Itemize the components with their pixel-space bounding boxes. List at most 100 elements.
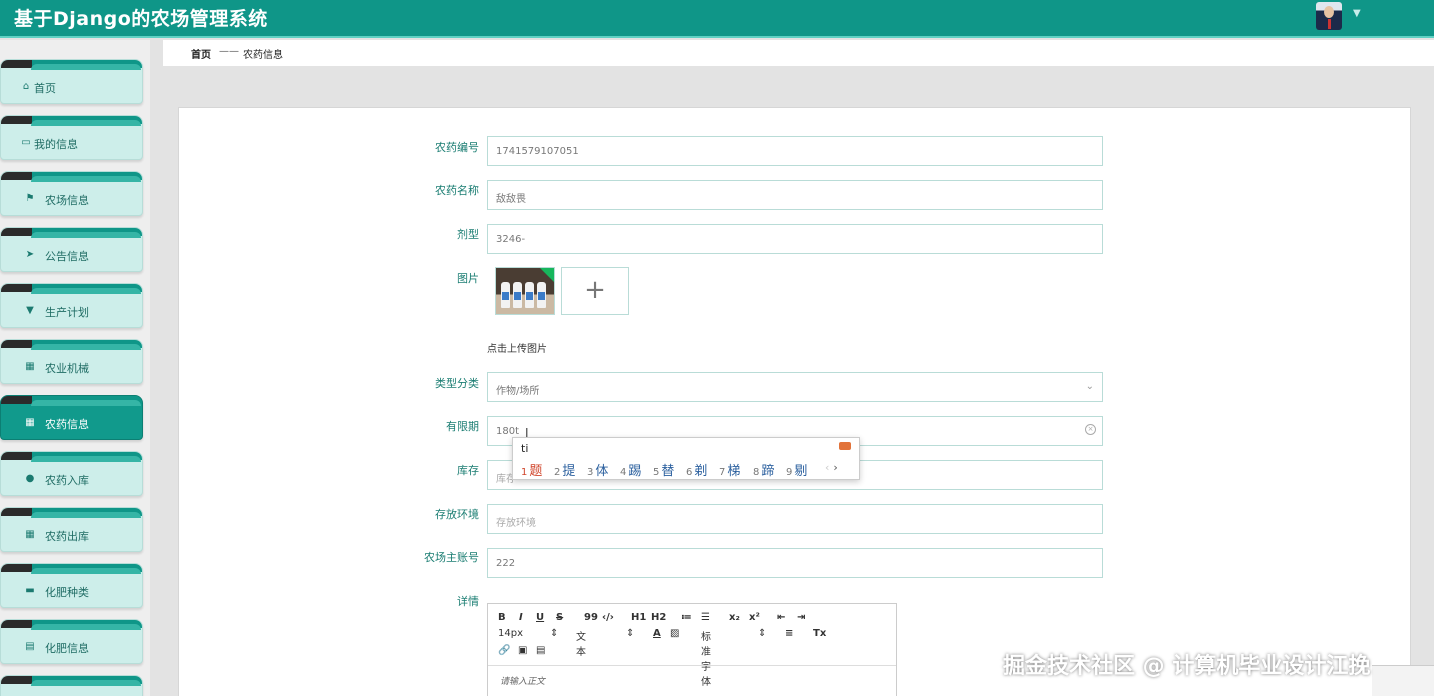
ime-page-nav[interactable]: ‹ › — [825, 461, 838, 474]
h2-button[interactable]: H2 — [651, 612, 666, 623]
category-select[interactable]: 作物/场所 ⌄ — [487, 372, 1103, 402]
code-button[interactable]: ‹/› — [602, 612, 614, 623]
send-icon: ➤ — [25, 249, 35, 260]
farm-owner-label: 农场主账号 — [424, 551, 479, 564]
sidebar-item-label: 化肥信息 — [45, 642, 89, 655]
outdent-button[interactable]: ⇤ — [777, 612, 785, 623]
quote-button[interactable]: 99 — [584, 612, 598, 623]
image-icon[interactable]: ▣ — [518, 645, 527, 656]
upload-hint: 点击上传图片 — [487, 344, 547, 355]
code-field[interactable]: 1741579107051 — [487, 136, 1103, 166]
document-icon: ▤ — [25, 641, 35, 652]
funnel-icon: ▼ — [26, 305, 34, 316]
details-label: 详情 — [457, 595, 479, 608]
breadcrumb-separator: —— — [219, 46, 239, 57]
ime-candidate[interactable]: 3体 — [587, 460, 608, 479]
user-avatar[interactable] — [1316, 2, 1342, 30]
video-icon[interactable]: ▤ — [536, 645, 545, 656]
sidebar-item-fertilizer-types[interactable]: ▬ 化肥种类 — [0, 563, 143, 608]
storage-label: 存放环境 — [435, 508, 479, 521]
breadcrumb: 首页 —— 农药信息 — [163, 40, 1434, 66]
editor-placeholder[interactable]: 请输入正文 — [500, 674, 545, 687]
sidebar-item-more[interactable] — [0, 675, 143, 696]
validity-value: 180t — [496, 426, 520, 437]
dosage-form-field[interactable]: 3246- — [487, 224, 1103, 254]
sidebar-item-my-info[interactable]: ▭ 我的信息 — [0, 115, 143, 160]
font-family-select[interactable]: 标准字体 — [701, 628, 711, 688]
superscript-button[interactable]: x² — [749, 612, 760, 623]
subscript-button[interactable]: x₂ — [729, 612, 740, 623]
grid-icon: ▦ — [25, 529, 35, 540]
name-label: 农药名称 — [435, 184, 479, 197]
text-type-select[interactable]: 文本 — [576, 628, 586, 658]
sidebar-item-notices[interactable]: ➤ 公告信息 — [0, 227, 143, 272]
grid-icon: ▦ — [25, 361, 35, 372]
dropdown-arrow-icon: ⇕ — [626, 628, 635, 639]
rich-text-editor[interactable]: B I U S 99 ‹/› H1 H2 ≔ ☰ x₂ x² ⇤ ⇥ 14px … — [487, 603, 897, 696]
sidebar-item-label: 首页 — [34, 82, 56, 95]
ordered-list-button[interactable]: ≔ — [681, 612, 692, 623]
ime-candidate[interactable]: 7梯 — [719, 460, 740, 479]
sidebar-item-farm-info[interactable]: ⚑ 农场信息 — [0, 171, 143, 216]
ime-candidate[interactable]: 8蹄 — [753, 460, 774, 479]
h1-button[interactable]: H1 — [631, 612, 646, 623]
form-panel: 农药编号 1741579107051 农药名称 敌敌畏 剂型 3246- 图片 … — [178, 107, 1411, 696]
sidebar-item-pesticide-outbound[interactable]: ▦ 农药出库 — [0, 507, 143, 552]
uploaded-image-thumbnail[interactable] — [495, 267, 555, 315]
background-color-button[interactable]: ▨ — [670, 628, 679, 639]
chevron-down-icon[interactable]: ▼ — [1353, 8, 1361, 19]
text-color-button[interactable]: A — [653, 628, 661, 639]
dropdown-arrow-icon: ⇕ — [550, 628, 559, 639]
ime-candidate-popup: ti 1题 2提 3体 4踢 5替 6剃 7梯 8蹄 9剔 ‹ › — [512, 437, 860, 480]
ime-candidate[interactable]: 9剔 — [786, 460, 807, 479]
code-label: 农药编号 — [435, 141, 479, 154]
ime-candidate[interactable]: 4踢 — [620, 460, 641, 479]
strike-button[interactable]: S — [556, 612, 563, 623]
editor-divider — [488, 665, 896, 666]
name-field[interactable]: 敌敌畏 — [487, 180, 1103, 210]
align-button[interactable]: ≡ — [785, 628, 793, 639]
dosage-form-label: 剂型 — [457, 228, 479, 241]
bold-button[interactable]: B — [498, 612, 506, 623]
ime-candidate[interactable]: 2提 — [554, 460, 575, 479]
sidebar-item-label: 农药信息 — [45, 418, 89, 431]
category-value: 作物/场所 — [496, 386, 540, 397]
ime-candidate[interactable]: 5替 — [653, 460, 674, 479]
ime-candidate[interactable]: 6剃 — [686, 460, 707, 479]
overlay-corner — [1372, 665, 1434, 696]
ime-candidate[interactable]: 1题 — [521, 460, 542, 479]
sidebar-item-label: 农场信息 — [45, 194, 89, 207]
sidebar: ⌂ 首页 ▭ 我的信息 ⚑ 农场信息 ➤ 公告信息 ▼ 生产计划 ▦ 农业机械 … — [0, 40, 150, 696]
chevron-down-icon: ⌄ — [1085, 381, 1094, 392]
bullet-list-button[interactable]: ☰ — [701, 612, 710, 623]
sidebar-item-pesticide-info[interactable]: ▦ 农药信息 — [0, 395, 143, 440]
profile-card-icon: ▭ — [21, 137, 31, 148]
ticket-icon: ▬ — [25, 585, 35, 596]
sidebar-item-label: 我的信息 — [34, 138, 78, 151]
italic-button[interactable]: I — [519, 612, 523, 623]
sidebar-item-label: 农业机械 — [45, 362, 89, 375]
sidebar-item-home[interactable]: ⌂ 首页 — [0, 59, 143, 104]
sidebar-item-fertilizer-info[interactable]: ▤ 化肥信息 — [0, 619, 143, 664]
font-size-select[interactable]: 14px — [498, 628, 523, 639]
underline-button[interactable]: U — [536, 612, 544, 623]
clear-icon[interactable]: × — [1085, 424, 1096, 435]
farm-owner-field[interactable]: 222 — [487, 548, 1103, 578]
sidebar-item-label: 农药出库 — [45, 530, 89, 543]
watermark: 掘金技术社区 @ 计算机毕业设计江挽 — [1003, 654, 1371, 679]
home-icon: ⌂ — [22, 81, 30, 92]
sidebar-item-production-plan[interactable]: ▼ 生产计划 — [0, 283, 143, 328]
stock-label: 库存 — [457, 464, 479, 477]
sidebar-item-machinery[interactable]: ▦ 农业机械 — [0, 339, 143, 384]
breadcrumb-home[interactable]: 首页 — [191, 46, 211, 61]
ime-composition: ti — [521, 442, 529, 455]
sidebar-item-label: 化肥种类 — [45, 586, 89, 599]
validity-label: 有限期 — [446, 420, 479, 433]
sidebar-item-pesticide-inbound[interactable]: ● 农药入库 — [0, 451, 143, 496]
storage-field[interactable]: 存放环境 — [487, 504, 1103, 534]
chevron-left-icon: ‹ — [825, 461, 830, 474]
indent-button[interactable]: ⇥ — [797, 612, 805, 623]
add-image-button[interactable]: + — [561, 267, 629, 315]
link-icon[interactable]: 🔗 — [498, 645, 510, 656]
clear-format-button[interactable]: Tx — [813, 628, 826, 639]
